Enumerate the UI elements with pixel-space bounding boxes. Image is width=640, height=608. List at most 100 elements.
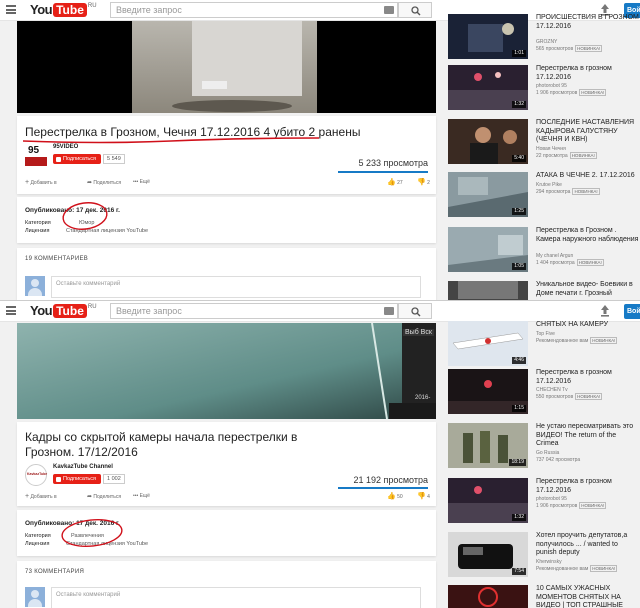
new-badge: НОВИНКА! [575,45,603,52]
share-button[interactable]: ➦ Поделиться [87,179,121,186]
related-video[interactable]: 1:05 Перестрелка в Грозном . Камера нару… [445,227,640,279]
user-avatar [25,587,45,607]
channel-logo-text: 95 [28,145,40,156]
related-video[interactable]: 18:19 Не устаю пересматривать это ВИДЕО!… [445,423,640,475]
license-label: Лицензия [25,541,50,547]
description-card: Опубликовано: 17 дек. 2016 г. Категория … [17,510,436,556]
video-thumbnail[interactable]: 4:46 [448,321,528,366]
youtube-logo[interactable]: You Tube RU [30,2,97,18]
comments-header: 19 КОММЕНТАРИЕВ [25,256,89,262]
video-info-card: Перестрелка в Грозном, Чечня 17.12.2016 … [17,116,436,194]
related-meta: 565 просмотров НОВИНКА! [536,45,603,52]
video-thumbnail[interactable] [448,585,528,608]
category-value[interactable]: Развлечения [71,533,104,539]
related-channel: Top Five [536,331,555,337]
subscribe-button[interactable]: Подписаться [53,474,101,484]
video-thumbnail[interactable]: 1:32 [448,478,528,523]
comment-input[interactable]: Оставьте комментарий [51,587,421,608]
like-button[interactable]: 👍 50 [387,492,403,500]
related-meta: 22 просмотра НОВИНКА! [536,152,597,159]
like-button[interactable]: 👍 27 [387,178,403,186]
channel-logo[interactable]: 95 [25,144,47,166]
related-video[interactable]: 4:46 СНЯТЫХ НА КАМЕРУ Top Five Рекомендо… [445,321,640,373]
related-channel: Новая Чечня [536,146,566,152]
channel-logo[interactable]: KavkazTube [25,464,47,486]
search-input[interactable]: Введите запрос [110,2,398,18]
related-meta: Рекомендованное вам НОВИНКА! [536,565,618,572]
like-ratio-bar [338,171,428,173]
dislike-button[interactable]: 👎 4 [417,492,430,500]
like-count: 50 [397,494,403,500]
related-video[interactable]: 7:54 Хотел проучить депутатов,а получило… [445,532,640,584]
related-views: 294 просмотра [536,189,571,195]
channel-name[interactable]: 95VIDEO [53,144,78,150]
keyboard-icon[interactable] [384,307,394,315]
dislike-button[interactable]: 👎 2 [417,178,430,186]
search-input[interactable]: Введите запрос [110,303,398,319]
video-frame [17,323,436,419]
video-info-card: Кадры со скрытой камеры начала перестрел… [17,422,436,506]
related-meta: 1 906 просмотров НОВИНКА! [536,502,607,509]
related-video[interactable]: 10 САМЫХ УЖАСНЫХ МОМЕНТОВ СНЯТЫХ НА ВИДЕ… [445,585,640,608]
thumbnail-art [448,585,528,608]
category-label: Категория [25,533,51,539]
more-button[interactable]: ••• Ещё [133,493,150,499]
comments-card: 19 КОММЕНТАРИЕВ Оставьте комментарий [17,248,436,300]
related-video[interactable]: 1:25 АТАКА В ЧЕЧНЕ 2. 17.12.2016 Krutoe … [445,172,640,224]
related-title: Уникальное видео- Боевики в Доме печати … [536,281,633,297]
signin-button[interactable]: Войт [624,304,640,319]
related-title: СНЯТЫХ НА КАМЕРУ [536,321,609,328]
search-button[interactable] [398,303,432,319]
comment-placeholder: Оставьте комментарий [56,281,121,287]
related-video[interactable]: 1:32 Перестрелка в грозном 17.12.2016 ph… [445,65,640,117]
video-player[interactable] [17,21,436,113]
related-views: 565 просмотров [536,46,574,52]
comment-input[interactable]: Оставьте комментарий [51,276,421,298]
menu-icon[interactable] [6,5,16,14]
add-to-label: Добавить в [30,494,57,500]
related-views: 1 906 просмотров [536,90,578,96]
related-video[interactable]: 1:32 Перестрелка в грозном 17.12.2016 ph… [445,478,640,530]
category-value[interactable]: Юмор [79,220,94,226]
video-overlay-date: 2016- [415,395,431,401]
share-label: Поделиться [93,494,122,500]
related-video[interactable]: 1:15 Перестрелка в грозном 17.12.2016 CH… [445,369,640,421]
add-to-label: Добавить в [30,180,57,186]
menu-icon[interactable] [6,306,16,315]
related-views: 1 906 просмотров [536,503,578,509]
video-thumbnail[interactable]: 1:15 [448,369,528,414]
video-thumbnail[interactable]: 1:05 [448,227,528,272]
add-to-button[interactable]: + Добавить в [25,179,57,186]
video-thumbnail[interactable]: 1:25 [448,172,528,217]
keyboard-icon[interactable] [384,6,394,14]
video-thumbnail[interactable]: 18:19 [448,423,528,468]
share-button[interactable]: ➦ Поделиться [87,493,121,500]
related-video[interactable]: Уникальное видео- Боевики в Доме печати … [445,281,640,300]
license-value[interactable]: Стандартная лицензия YouTube [66,541,148,547]
youtube-logo[interactable]: You Tube RU [30,303,97,319]
video-title: Кадры со скрытой камеры начала перестрел… [25,430,298,459]
video-duration: 7:54 [512,568,526,575]
screenshot-bottom: You Tube RU Введите запрос Войт Выб Вск … [0,301,640,608]
upload-icon[interactable] [600,305,610,317]
video-thumbnail[interactable]: 1:32 [448,65,528,110]
license-value[interactable]: Стандартная лицензия YouTube [66,228,148,234]
add-to-button[interactable]: + Добавить в [25,493,57,500]
plus-icon: + [25,493,30,500]
related-video[interactable]: 1:01 ПРОИСШЕСТВИЯ В ГРОЗНОМ 17.12.2016 G… [445,14,640,66]
subscribe-button[interactable]: Подписаться [53,154,101,164]
more-button[interactable]: ••• Ещё [133,179,150,185]
video-thumbnail[interactable]: 1:01 [448,14,528,59]
video-thumbnail[interactable]: 7:54 [448,532,528,577]
video-thumbnail[interactable] [448,281,528,300]
search-button[interactable] [398,2,432,18]
more-label: Ещё [139,179,150,185]
video-thumbnail[interactable]: 5:40 [448,119,528,164]
logo-region: RU [87,304,97,310]
related-video[interactable]: 5:40 ПОСЛЕДНИЕ НАСТАВЛЕНИЯ КАДЫРОВА ГАЛУ… [445,119,640,171]
channel-name[interactable]: KavkazTube Channel [53,464,113,470]
video-player[interactable]: Выб Вск 2016- [17,323,436,419]
thumbs-down-icon: 👎 [417,179,426,186]
related-views: 737 042 просмотра [536,457,581,463]
related-title: Перестрелка в грозном 17.12.2016 [536,65,612,81]
